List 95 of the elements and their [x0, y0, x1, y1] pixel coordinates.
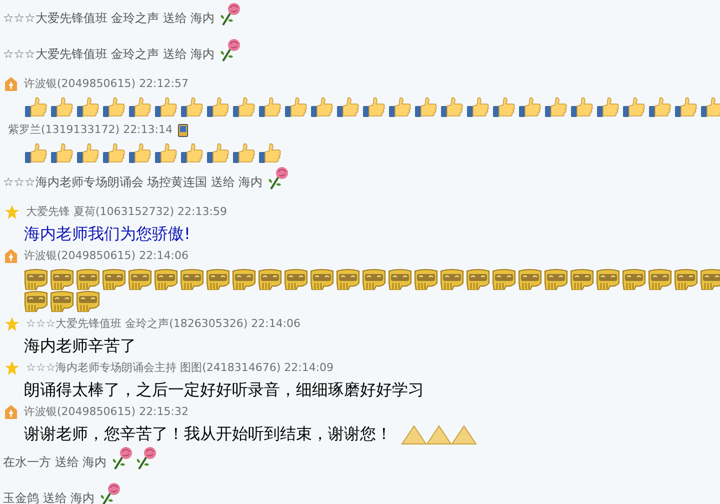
- thumbs-up-icon: [50, 96, 74, 118]
- thumbs-up-icon: [258, 142, 282, 164]
- thumbs-up-icon: [76, 96, 100, 118]
- sender-info: 大爱先锋 夏荷(1063152732) 22:13:59: [26, 204, 227, 220]
- cat-face-icon: [648, 268, 672, 290]
- gift-notice: ☆☆☆大爱先锋值班 金玲之声 送给 海内: [3, 46, 215, 62]
- thumbs-up-icon: [206, 96, 230, 118]
- thumbs-up-icon: [76, 142, 100, 164]
- thumbs-up-icon: [648, 96, 672, 118]
- sender-info: ☆☆☆海内老师专场朗诵会主持 图图(2418314676) 22:14:09: [26, 360, 334, 376]
- thumbs-up-icon: [388, 96, 412, 118]
- rose-icon: [218, 38, 241, 62]
- gift-notice: 玉金鸽 送给 海内: [3, 490, 95, 504]
- cat-face-icon: [544, 268, 568, 290]
- sender-info: 许波银(2049850615) 22:15:32: [24, 404, 188, 420]
- cat-face-icon: [102, 268, 126, 290]
- cat-face-icon: [50, 268, 74, 290]
- cat-face-icon: [50, 290, 74, 312]
- thumbs-up-icon: [50, 142, 74, 164]
- star-badge-icon: [4, 204, 20, 220]
- thumbs-up-icon: [492, 96, 516, 118]
- gift-notice: ☆☆☆大爱先锋值班 金玲之声 送给 海内: [3, 10, 215, 26]
- cat-face-icon: [154, 268, 178, 290]
- thumbs-up-icon: [596, 96, 620, 118]
- sender-info: 许波银(2049850615) 22:14:06: [24, 248, 188, 264]
- cat-face-icon: [310, 268, 334, 290]
- cat-face-icon: [76, 268, 100, 290]
- sender-info: 许波银(2049850615) 22:12:57: [24, 76, 188, 92]
- thumbs-up-icon: [466, 96, 490, 118]
- thumbs-up-icon: [336, 96, 360, 118]
- rose-icon: [218, 2, 241, 26]
- thumbs-up-icon: [570, 96, 594, 118]
- cat-face-icon: [622, 268, 646, 290]
- cat-face-icon: [232, 268, 256, 290]
- thumbs-up-icon: [518, 96, 542, 118]
- cat-face-icon: [362, 268, 386, 290]
- star-badge-icon: [4, 360, 20, 376]
- cat-face-icon: [700, 268, 720, 290]
- cat-face-icon: [518, 268, 542, 290]
- rose-icon: [266, 166, 289, 190]
- cat-face-icon: [674, 268, 698, 290]
- cat-face-icon: [492, 268, 516, 290]
- cat-face-icon: [414, 268, 438, 290]
- cat-face-icon: [24, 290, 48, 312]
- cat-face-icon: [466, 268, 490, 290]
- cat-face-icon: [76, 290, 100, 312]
- thumbs-up-icon: [544, 96, 568, 118]
- thumbs-up-icon: [128, 96, 152, 118]
- thumbs-up-icon: [362, 96, 386, 118]
- thumbs-up-icon: [180, 142, 204, 164]
- thumbs-up-icon: [622, 96, 646, 118]
- chat-message: 谢谢老师，您辛苦了！我从开始听到结束，谢谢您！: [24, 423, 392, 445]
- gift-notice: 在水一方 送给 海内: [3, 454, 107, 470]
- cat-face-icon: [336, 268, 360, 290]
- member-badge-icon: [4, 248, 18, 264]
- gift-notice: ☆☆☆海内老师专场朗诵会 场控黄连国 送给 海内: [3, 174, 263, 190]
- thumbs-up-icon: [154, 142, 178, 164]
- cat-face-icon: [128, 268, 152, 290]
- cat-face-icon: [24, 268, 48, 290]
- cat-face-icon: [440, 268, 464, 290]
- thumbs-up-icon: [180, 96, 204, 118]
- member-badge-icon: [4, 404, 18, 420]
- thumbs-up-icon: [206, 142, 230, 164]
- thumbs-up-icon: [414, 96, 438, 118]
- thumbs-up-icon: [24, 96, 48, 118]
- thumbs-up-icon: [440, 96, 464, 118]
- thumbs-up-icon: [232, 96, 256, 118]
- member-badge-icon: [4, 76, 18, 92]
- cat-face-icon: [596, 268, 620, 290]
- cat-face-icon: [284, 268, 308, 290]
- thumbs-up-icon: [284, 96, 308, 118]
- rose-icon: [110, 446, 133, 470]
- cat-face-icon: [206, 268, 230, 290]
- cat-face-icon: [180, 268, 204, 290]
- thumbs-up-icon: [258, 96, 282, 118]
- rose-icon: [98, 482, 121, 504]
- cat-face-icon: [388, 268, 412, 290]
- thumbs-up-icon: [102, 142, 126, 164]
- thumbs-up-icon: [674, 96, 698, 118]
- chat-message: 海内老师辛苦了: [24, 335, 136, 357]
- chat-message: 朗诵得太棒了，之后一定好好听录音，细细琢磨好好学习: [24, 379, 424, 401]
- sender-info: 紫罗兰(1319133172) 22:13:14: [8, 122, 172, 138]
- sender-info: ☆☆☆大爱先锋值班 金玲之声(1826305326) 22:14:06: [26, 316, 301, 332]
- thumbs-up-icon: [24, 142, 48, 164]
- thumbs-up-icon: [154, 96, 178, 118]
- thumbs-up-icon: [310, 96, 334, 118]
- cat-face-icon: [258, 268, 282, 290]
- thumbs-up-icon: [232, 142, 256, 164]
- chat-message: 海内老师我们为您骄傲!: [24, 223, 190, 245]
- thumbs-up-icon: [128, 142, 152, 164]
- cat-face-icon: [570, 268, 594, 290]
- thumbs-up-icon: [700, 96, 720, 118]
- star-badge-icon: [4, 316, 20, 332]
- thumbs-up-icon: [102, 96, 126, 118]
- rose-icon: [134, 446, 157, 470]
